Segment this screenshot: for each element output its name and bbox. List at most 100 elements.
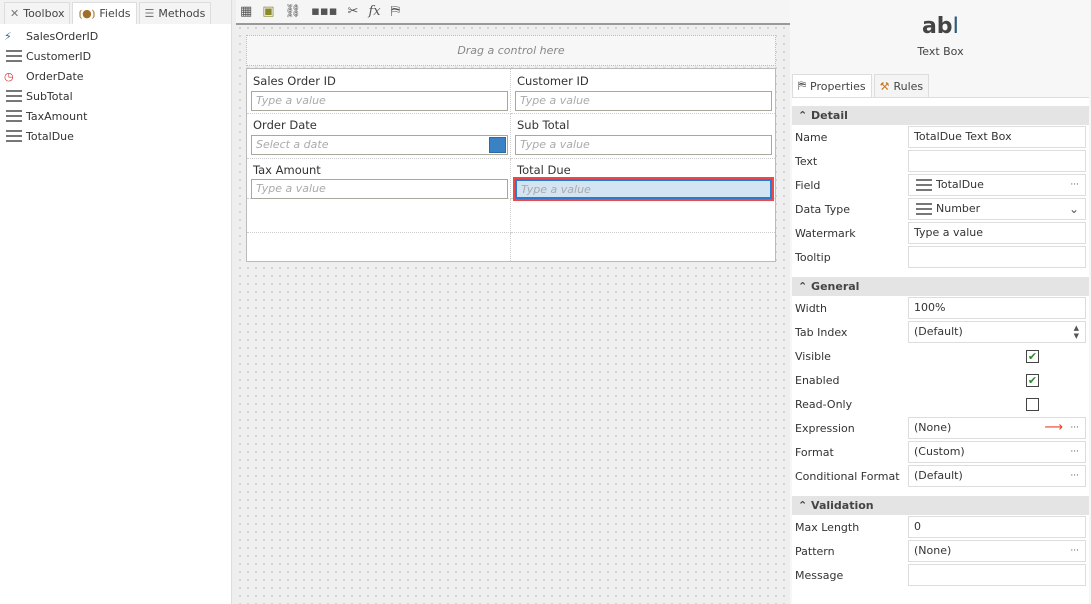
empty-cell[interactable] <box>247 199 511 233</box>
gavel-icon: ⚒ <box>879 79 890 93</box>
design-canvas: ▦ ▣ ⛓ ▪▪▪ ✂ fx ⛿ Drag a control here Sal… <box>236 0 790 604</box>
expression-selector[interactable]: (None) ⟶ ··· <box>908 417 1086 439</box>
properties-panel: abI Text Box ⛿ Properties ⚒ Rules ⌃ Detail… <box>790 0 1091 604</box>
tabindex-spinner[interactable]: (Default) ▲ ▼ <box>908 321 1086 343</box>
number-icon <box>916 179 932 191</box>
drop-zone[interactable]: Drag a control here <box>246 35 776 66</box>
tab-fields[interactable]: ⦅●⦆ Fields <box>72 2 137 24</box>
field-item[interactable]: ⚡ SalesOrderID <box>0 26 231 46</box>
name-input[interactable]: TotalDue Text Box <box>908 126 1086 148</box>
cell: Tax Amount Type a value <box>247 159 511 199</box>
field-list: ⚡ SalesOrderID CustomerID ◷ OrderDate SubT… <box>0 24 231 146</box>
tab-toolbox[interactable]: ✕ Toolbox <box>4 2 71 24</box>
field-item[interactable]: ◷ OrderDate <box>0 66 231 86</box>
section-detail[interactable]: ⌃ Detail <box>792 106 1089 125</box>
order-date-picker[interactable]: Select a date <box>251 135 508 155</box>
tab-properties[interactable]: ⛿ Properties <box>792 74 872 97</box>
watermark-input[interactable]: Type a value <box>908 222 1086 244</box>
properties-icon: ⛿ <box>798 79 806 92</box>
cell: Order Date Select a date <box>247 114 511 159</box>
prop-width: Width 100% <box>792 296 1089 320</box>
prop-maxlength: Max Length 0 <box>792 515 1089 539</box>
form-table: Sales Order ID Type a value Customer ID Ty… <box>246 68 776 262</box>
customer-id-input[interactable]: Type a value <box>515 91 772 111</box>
left-tabs: ✕ Toolbox ⦅●⦆ Fields ☰ Methods <box>0 0 231 24</box>
width-input[interactable]: 100% <box>908 297 1086 319</box>
tooltip-input[interactable] <box>908 246 1086 268</box>
prop-enabled: Enabled ✔ <box>795 373 1039 387</box>
prop-field: Field TotalDue ··· <box>792 173 1089 197</box>
prop-tooltip: Tooltip <box>792 245 1089 269</box>
ellipsis-button[interactable]: ··· <box>1070 442 1079 462</box>
property-grid: ⌃ Detail Name TotalDue Text Box Text Fiel… <box>792 97 1089 604</box>
field-item[interactable]: SubTotal <box>0 86 231 106</box>
more-icon[interactable]: ▪▪▪ <box>311 4 337 19</box>
section-general[interactable]: ⌃ General <box>792 277 1089 296</box>
link-icon[interactable]: ⛓ <box>285 4 302 19</box>
maxlength-input[interactable]: 0 <box>908 516 1086 538</box>
properties-icon[interactable]: ⛿ <box>391 4 400 19</box>
prop-watermark: Watermark Type a value <box>792 221 1089 245</box>
prop-pattern: Pattern (None) ··· <box>792 539 1089 563</box>
sub-total-input[interactable]: Type a value <box>515 135 772 155</box>
prop-expression: Expression (None) ⟶ ··· <box>792 416 1089 440</box>
number-icon <box>6 110 22 122</box>
cell: Sales Order ID Type a value <box>247 69 511 114</box>
canvas-toolbar: ▦ ▣ ⛓ ▪▪▪ ✂ fx ⛿ <box>236 0 790 25</box>
spinner-arrows-icon[interactable]: ▲ ▼ <box>1074 324 1079 340</box>
visible-checkbox[interactable]: ✔ <box>1026 349 1039 363</box>
field-item[interactable]: CustomerID <box>0 46 231 66</box>
number-icon <box>6 90 22 102</box>
prop-format: Format (Custom) ··· <box>792 440 1089 464</box>
key-number-icon: ⚡ <box>4 29 12 43</box>
ellipsis-button[interactable]: ··· <box>1070 418 1079 438</box>
view-icon[interactable]: ▣ <box>262 4 274 19</box>
datetime-icon: ◷ <box>4 69 14 83</box>
number-icon <box>6 50 22 62</box>
format-selector[interactable]: (Custom) ··· <box>908 441 1086 463</box>
field-item[interactable]: TotalDue <box>0 126 231 146</box>
chevron-down-icon[interactable]: ⌄ <box>1069 199 1079 219</box>
tab-methods[interactable]: ☰ Methods <box>138 2 212 24</box>
prop-condformat: Conditional Format (Default) ··· <box>792 464 1089 488</box>
prop-text: Text <box>792 149 1089 173</box>
tools-icon[interactable]: ✂ <box>348 4 359 19</box>
datatype-select[interactable]: Number ⌄ <box>908 198 1086 220</box>
prop-visible: Visible ✔ <box>795 349 1039 363</box>
prop-tabindex: Tab Index (Default) ▲ ▼ <box>792 320 1089 344</box>
tab-rules[interactable]: ⚒ Rules <box>873 74 930 97</box>
number-icon <box>916 203 932 215</box>
field-selector[interactable]: TotalDue ··· <box>908 174 1086 196</box>
empty-cell[interactable] <box>511 199 775 233</box>
expression-icon[interactable]: fx <box>368 4 380 19</box>
total-due-input[interactable]: Type a value <box>513 177 774 201</box>
text-input[interactable] <box>908 150 1086 172</box>
message-input[interactable] <box>908 564 1086 586</box>
ellipsis-button[interactable]: ··· <box>1070 466 1079 486</box>
enabled-checkbox[interactable]: ✔ <box>1026 373 1039 387</box>
calendar-icon[interactable] <box>489 137 506 153</box>
arrow-right-icon: ⟶ <box>1044 420 1063 435</box>
prop-datatype: Data Type Number ⌄ <box>792 197 1089 221</box>
readonly-checkbox[interactable] <box>1026 397 1039 411</box>
fields-icon: ⦅●⦆ <box>78 6 96 20</box>
conditional-format-selector[interactable]: (Default) ··· <box>908 465 1086 487</box>
table-icon[interactable]: ▦ <box>240 4 252 19</box>
section-validation[interactable]: ⌃ Validation <box>792 496 1089 515</box>
tax-amount-input[interactable]: Type a value <box>251 179 508 199</box>
ellipsis-button[interactable]: ··· <box>1070 175 1079 195</box>
methods-icon: ☰ <box>144 7 155 20</box>
number-icon <box>6 130 22 142</box>
empty-cell[interactable] <box>247 233 511 261</box>
prop-name: Name TotalDue Text Box <box>792 125 1089 149</box>
ellipsis-button[interactable]: ··· <box>1070 541 1079 561</box>
prop-readonly: Read-Only <box>792 392 1089 416</box>
sales-order-id-input[interactable]: Type a value <box>251 91 508 111</box>
textbox-icon: abI <box>921 14 960 39</box>
control-header: abI Text Box <box>790 0 1091 58</box>
cell: Sub Total Type a value <box>511 114 775 159</box>
field-item[interactable]: TaxAmount <box>0 106 231 126</box>
cell: Total Due Type a value <box>511 159 775 201</box>
left-panel: ✕ Toolbox ⦅●⦆ Fields ☰ Methods ⚡ SalesOrderI… <box>0 0 232 604</box>
pattern-selector[interactable]: (None) ··· <box>908 540 1086 562</box>
